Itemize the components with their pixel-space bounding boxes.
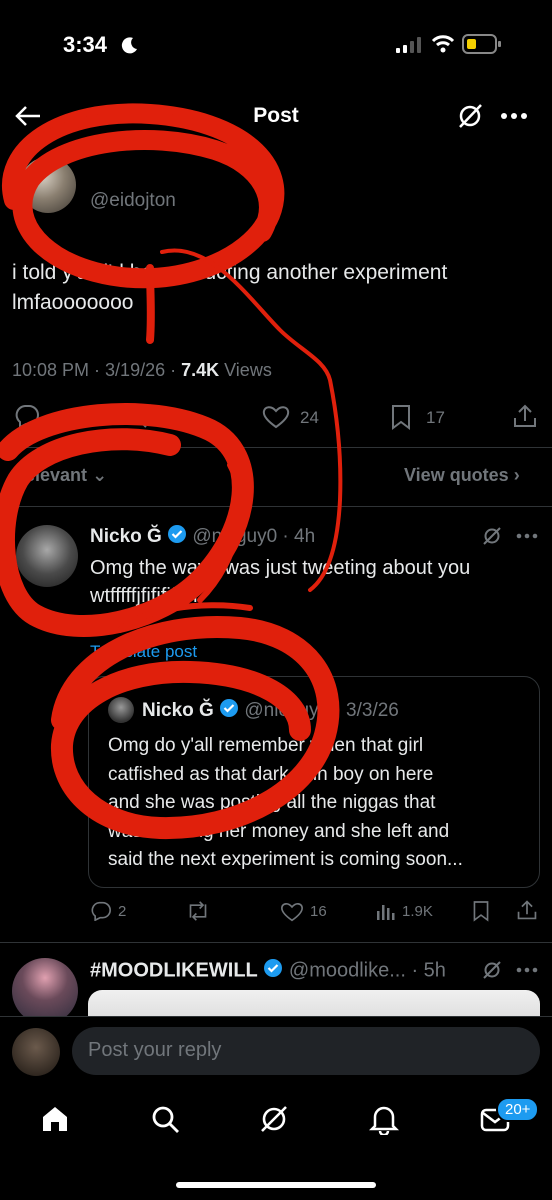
reply-like-count: 16 bbox=[310, 903, 327, 920]
reply2-author-name[interactable]: #MOODLIKEWILL bbox=[90, 959, 258, 981]
reply-icon[interactable] bbox=[90, 901, 112, 921]
reply-text: Omg the way I was just tweeting about yo… bbox=[90, 554, 470, 610]
repost-icon[interactable] bbox=[186, 901, 210, 921]
author-avatar[interactable] bbox=[20, 157, 76, 213]
bookmark-icon[interactable] bbox=[390, 404, 412, 430]
reply2-header: #MOODLIKEWILL @moodlike... · 5h bbox=[90, 958, 446, 984]
grok-icon[interactable] bbox=[482, 526, 502, 546]
verified-badge-icon bbox=[263, 958, 283, 984]
translate-link[interactable]: Translate post bbox=[90, 642, 197, 662]
reply-text-line-1: Omg the way I was just tweeting about yo… bbox=[90, 557, 471, 579]
grok-icon[interactable] bbox=[259, 1104, 289, 1134]
grok-icon[interactable] bbox=[482, 960, 502, 980]
like-icon[interactable] bbox=[280, 902, 304, 922]
reply2-meta: @moodlike... · 5h bbox=[288, 959, 446, 982]
reply-views-count: 1.9K bbox=[402, 903, 433, 920]
status-time: 3:34 bbox=[63, 32, 108, 57]
share-icon[interactable] bbox=[512, 403, 538, 429]
post-text-line-1: i told y'all i'd be conducting another e… bbox=[12, 261, 448, 284]
like-count: 24 bbox=[300, 408, 319, 427]
divider bbox=[0, 506, 552, 507]
bookmark-count: 17 bbox=[426, 408, 445, 427]
reply-header: Nicko Ğ @nicguy0 · 4h bbox=[90, 524, 315, 550]
post-text: i told y'all i'd be conducting another e… bbox=[12, 258, 542, 318]
wifi-icon bbox=[431, 35, 455, 53]
home-indicator bbox=[176, 1182, 376, 1188]
chevron-right-icon: › bbox=[513, 465, 520, 485]
quoted-text-line: said the next experiment is coming soon.… bbox=[108, 849, 463, 870]
reply-input[interactable]: Post your reply bbox=[72, 1027, 540, 1075]
quoted-text-line: catfished as that dark skin boy on here bbox=[108, 763, 434, 785]
messages-badge: 20+ bbox=[496, 1097, 540, 1122]
reply-author-name[interactable]: Nicko Ğ bbox=[90, 526, 162, 547]
chevron-down-icon: ⌄ bbox=[92, 465, 108, 485]
post-time: 10:08 PM · 3/19/26 · bbox=[12, 360, 182, 380]
sort-label: Relevant bbox=[12, 465, 88, 485]
verified-badge-icon bbox=[219, 698, 239, 724]
search-icon[interactable] bbox=[150, 1104, 180, 1134]
share-icon[interactable] bbox=[516, 899, 538, 921]
moon-icon bbox=[121, 36, 139, 54]
reply-text-line-2: wtfffffjfjfjfjfjfn bbox=[90, 585, 198, 607]
repost-icon[interactable] bbox=[134, 404, 162, 428]
reply-reply-count: 2 bbox=[118, 903, 127, 920]
cellular-signal-icon bbox=[396, 37, 422, 53]
reply2-avatar[interactable] bbox=[12, 958, 78, 1024]
sort-dropdown[interactable]: Relevant ⌄ bbox=[12, 465, 107, 486]
post-timestamp: 10:08 PM · 3/19/26 · 7.4K Views bbox=[12, 360, 272, 381]
view-quotes-link[interactable]: View quotes › bbox=[404, 465, 520, 486]
quoted-author-name: Nicko Ğ bbox=[142, 700, 214, 722]
divider bbox=[0, 447, 552, 448]
battery-icon bbox=[462, 34, 502, 54]
view-quotes-label: View quotes bbox=[404, 465, 509, 485]
quoted-text-line: was sending her money and she left and bbox=[108, 820, 450, 842]
quoted-text-line: and she was posting all the niggas that bbox=[108, 792, 436, 813]
divider bbox=[0, 942, 552, 943]
post-text-line-2: lmfaooooooo bbox=[12, 291, 134, 314]
more-options-icon[interactable] bbox=[500, 112, 528, 120]
quoted-header: Nicko Ğ @nicguy0 · 3/3/26 bbox=[142, 698, 399, 724]
bookmark-icon[interactable] bbox=[472, 900, 490, 922]
views-icon[interactable] bbox=[376, 901, 396, 921]
views-label: Views bbox=[219, 360, 272, 380]
quoted-meta: @nicguy0 · 3/3/26 bbox=[244, 700, 399, 722]
reply-avatar[interactable] bbox=[16, 525, 78, 587]
grok-icon[interactable] bbox=[456, 102, 484, 130]
like-icon[interactable] bbox=[262, 405, 290, 429]
more-options-icon[interactable] bbox=[516, 967, 538, 973]
home-icon[interactable] bbox=[40, 1104, 70, 1134]
reply-icon[interactable] bbox=[14, 404, 40, 428]
quoted-text: Omg do y'all remember when that girl cat… bbox=[108, 732, 463, 875]
verified-badge-icon bbox=[167, 524, 187, 550]
notifications-bell-icon[interactable] bbox=[369, 1103, 399, 1135]
reply-meta: @nicguy0 · 4h bbox=[192, 526, 316, 548]
reply-count: 45 bbox=[52, 408, 71, 427]
views-count: 7.4K bbox=[181, 360, 220, 380]
more-options-icon[interactable] bbox=[516, 533, 538, 539]
quoted-text-line: Omg do y'all remember when that girl bbox=[108, 735, 424, 756]
my-avatar bbox=[12, 1028, 60, 1076]
quoted-avatar bbox=[108, 697, 134, 723]
author-handle[interactable]: @eidojton bbox=[90, 190, 176, 212]
repost-count: 8 bbox=[176, 408, 186, 427]
status-bar: 3:34 bbox=[0, 0, 552, 90]
